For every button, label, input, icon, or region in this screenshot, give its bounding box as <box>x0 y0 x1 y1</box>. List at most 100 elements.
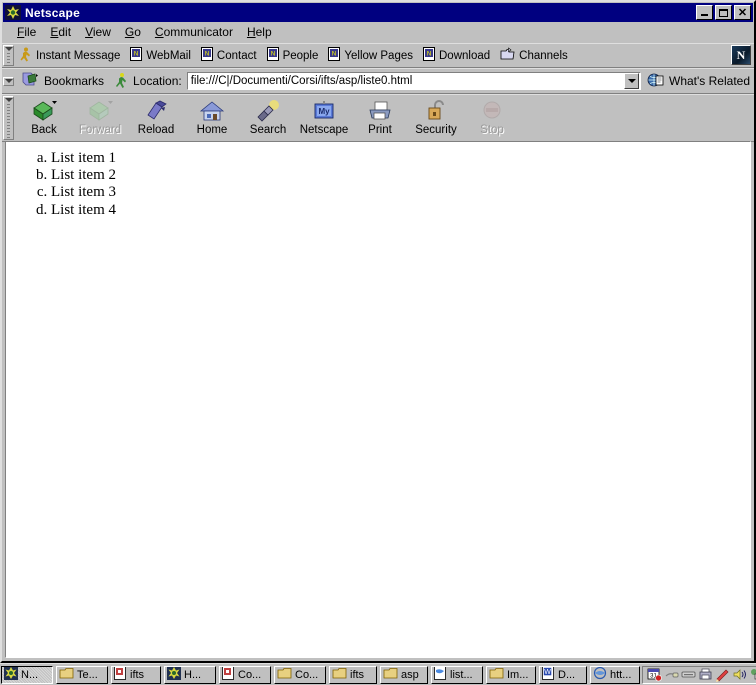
taskbar-button-asp[interactable]: asp <box>380 665 428 684</box>
search-label: Search <box>249 124 287 136</box>
svg-text:N: N <box>205 52 209 58</box>
pencil-icon[interactable] <box>714 667 730 683</box>
taskbar-label: Te... <box>77 668 98 681</box>
pbar-label: Download <box>439 49 491 62</box>
explorer-icon <box>593 666 607 683</box>
menu-go[interactable]: Go <box>118 23 148 41</box>
url-input[interactable]: file:///C|/Documenti/Corsi/ifts/asp/list… <box>186 72 641 90</box>
url-dropdown-button[interactable] <box>624 73 639 89</box>
taskbar-label: Co... <box>238 668 262 681</box>
page-icon: N <box>200 47 213 64</box>
netscape-logo-label: N <box>736 47 746 62</box>
modem-icon[interactable] <box>663 667 679 683</box>
windows-taskbar: N... Te... ifts H... Co... Co... ifts as… <box>0 663 756 685</box>
menu-view[interactable]: View <box>78 23 118 41</box>
pbar-channels[interactable]: Channels <box>497 45 575 66</box>
netscape-window-screenshot: Netscape ✕ File Edit View Go Communicato… <box>0 0 756 685</box>
bookmarks-button[interactable]: Bookmarks <box>16 71 110 91</box>
menu-communicator[interactable]: Communicator <box>148 23 240 41</box>
window-controls: ✕ <box>696 5 751 20</box>
pbar-yellow-pages[interactable]: N Yellow Pages <box>325 45 420 66</box>
taskbar-label: asp <box>401 668 419 681</box>
system-tray: 31 <box>642 665 756 684</box>
back-button[interactable]: Back <box>16 97 72 137</box>
taskbar-button-htt[interactable]: htt... <box>590 665 640 684</box>
print-button[interactable]: Print <box>352 97 408 137</box>
document-icon <box>114 666 127 683</box>
forward-button[interactable]: Forward <box>72 97 128 137</box>
personal-toolbar-grip[interactable] <box>3 45 14 66</box>
browser-window: Netscape ✕ File Edit View Go Communicato… <box>0 0 756 663</box>
taskbar-button-im[interactable]: Im... <box>486 665 536 684</box>
svg-text:N: N <box>134 52 138 58</box>
taskbar-button-ifts-1[interactable]: ifts <box>111 665 161 684</box>
folder-icon <box>383 667 398 683</box>
close-button[interactable]: ✕ <box>734 5 751 20</box>
minimize-button[interactable] <box>696 5 713 20</box>
print-label: Print <box>368 124 392 136</box>
svg-text:N: N <box>332 52 336 58</box>
pbar-instant-message[interactable]: Instant Message <box>16 45 127 66</box>
padlock-icon <box>422 98 450 124</box>
security-button[interactable]: Security <box>408 97 464 137</box>
taskbar-button-list[interactable]: list... <box>431 665 483 684</box>
whats-related-button[interactable]: What's Related <box>641 72 754 91</box>
folder-icon <box>277 667 292 683</box>
pbar-label: Instant Message <box>36 49 121 62</box>
stop-button[interactable]: Stop <box>464 97 520 137</box>
calendar-icon[interactable]: 31 <box>646 667 662 683</box>
taskbar-button-ifts-2[interactable]: ifts <box>329 665 377 684</box>
running-man-icon <box>19 47 32 65</box>
navigation-toolbar-grip[interactable] <box>3 96 14 140</box>
pbar-contact[interactable]: N Contact <box>198 45 264 66</box>
related-pages-icon <box>647 72 665 91</box>
taskbar-button-te[interactable]: Te... <box>56 665 108 684</box>
page-icon: N <box>423 47 435 64</box>
maximize-button[interactable] <box>715 5 732 20</box>
url-text[interactable]: file:///C|/Documenti/Corsi/ifts/asp/list… <box>188 75 624 87</box>
svg-text:N: N <box>427 52 431 58</box>
browser-content-area[interactable]: List item 1 List item 2 List item 3 List… <box>5 141 751 658</box>
folder-icon <box>59 667 74 683</box>
taskbar-button-co-2[interactable]: Co... <box>274 665 326 684</box>
monitor-icon[interactable] <box>748 667 756 683</box>
pbar-label: People <box>282 49 319 62</box>
menu-edit[interactable]: Edit <box>43 23 78 41</box>
collapse-arrow-icon <box>4 98 13 102</box>
taskbar-button-netscape[interactable]: N... <box>1 665 53 684</box>
taskbar-button-h[interactable]: H... <box>164 665 216 684</box>
my-netscape-label: Netscape <box>299 124 349 136</box>
home-label: Home <box>196 124 228 136</box>
page-icon: N <box>328 47 341 64</box>
menu-file[interactable]: File <box>10 23 43 41</box>
word-icon: W <box>542 666 555 683</box>
pbar-label: Contact <box>216 49 257 62</box>
grip-dots <box>7 53 10 65</box>
taskbar-button-d[interactable]: W D... <box>539 665 587 684</box>
netscape-logo-button[interactable]: N <box>731 45 751 65</box>
ordered-list: List item 1 List item 2 List item 3 List… <box>6 150 750 219</box>
search-flashlight-icon <box>254 98 282 124</box>
printer-tray-icon[interactable] <box>697 667 713 683</box>
location-toolbar-grip[interactable] <box>3 76 14 86</box>
search-button[interactable]: Search <box>240 97 296 137</box>
pbar-webmail[interactable]: N WebMail <box>127 45 198 66</box>
my-netscape-button[interactable]: My Netscape <box>296 97 352 137</box>
network-icon[interactable] <box>680 667 696 683</box>
back-arrow-icon <box>30 98 58 124</box>
pbar-people[interactable]: N People <box>264 45 326 66</box>
pbar-label: Yellow Pages <box>344 49 413 62</box>
reload-label: Reload <box>137 124 175 136</box>
back-label: Back <box>31 124 57 136</box>
volume-icon[interactable] <box>731 667 747 683</box>
pbar-download[interactable]: N Download <box>420 45 497 66</box>
taskbar-button-co-1[interactable]: Co... <box>219 665 271 684</box>
menu-help[interactable]: Help <box>240 23 279 41</box>
taskbar-label: htt... <box>610 668 632 681</box>
navigation-buttons: Back Forward Reload Home Search My Netsc… <box>16 95 520 141</box>
home-icon <box>198 98 226 124</box>
reload-button[interactable]: Reload <box>128 97 184 137</box>
personal-toolbar-items: Instant Message N WebMail N Contact N Pe… <box>16 44 731 67</box>
home-button[interactable]: Home <box>184 97 240 137</box>
collapse-arrow-icon <box>4 78 13 83</box>
